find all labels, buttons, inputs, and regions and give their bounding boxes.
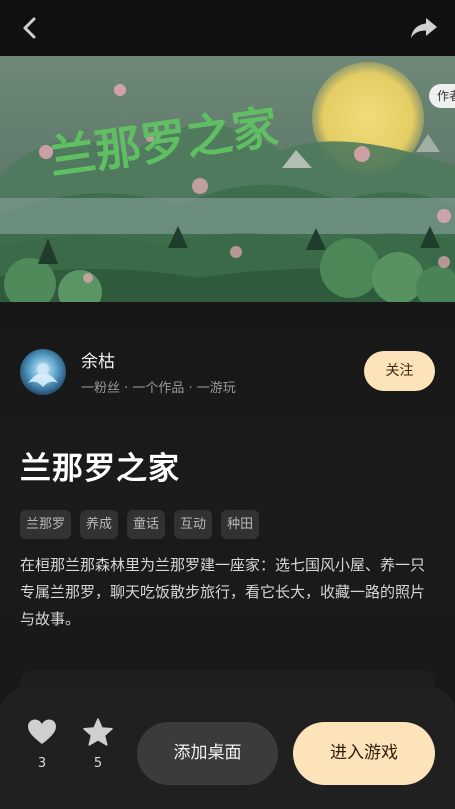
follow-button[interactable]: 关注: [364, 351, 435, 391]
back-button[interactable]: [14, 12, 46, 44]
tag-list: 兰那罗 养成 童话 互动 种田: [20, 510, 260, 539]
avatar-image: [20, 349, 66, 395]
share-button[interactable]: [407, 12, 441, 44]
like-count: 3: [37, 756, 47, 771]
bottom-action-bar: 3 5 添加桌面 进入游戏: [0, 688, 455, 809]
favorite-count: 5: [93, 756, 103, 771]
game-description: 在桓那兰那森林里为兰那罗建一座家：选七国风小屋、养一只专属兰那罗，聊天吃饭散步旅…: [20, 556, 426, 628]
author-name[interactable]: 余枯: [81, 347, 115, 372]
game-detail-page: 兰那罗之家 作者 余枯 一粉丝 · 一个作品 · 一游玩 关注: [0, 0, 455, 809]
tag-item[interactable]: 养成: [80, 510, 119, 539]
author-tag: 作者: [429, 84, 455, 108]
heart-icon: [28, 719, 56, 744]
tag-item[interactable]: 互动: [174, 510, 213, 539]
like-button[interactable]: 3: [22, 718, 62, 771]
banner-artwork: 兰那罗之家: [0, 56, 455, 302]
add-to-desktop-button[interactable]: 添加桌面: [137, 722, 278, 785]
tag-item[interactable]: 兰那罗: [20, 510, 72, 539]
tag-item[interactable]: 童话: [127, 510, 166, 539]
author-stats: 一粉丝 · 一个作品 · 一游玩: [81, 381, 236, 396]
chevron-left-icon: [23, 17, 36, 39]
tag-item[interactable]: 种田: [221, 510, 260, 539]
game-banner[interactable]: 兰那罗之家 作者: [0, 56, 455, 302]
share-arrow-icon: [411, 18, 437, 38]
top-bar: [0, 0, 455, 56]
author-row: 余枯 一粉丝 · 一个作品 · 一游玩 关注: [20, 347, 435, 397]
star-icon: [83, 718, 113, 746]
avatar[interactable]: [20, 349, 66, 395]
favorite-button[interactable]: 5: [78, 718, 118, 771]
game-title: 兰那罗之家: [20, 451, 180, 487]
enter-game-button[interactable]: 进入游戏: [293, 722, 435, 785]
